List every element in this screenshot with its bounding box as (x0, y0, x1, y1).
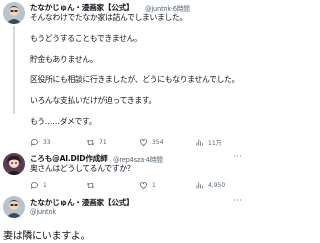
heart-icon (140, 139, 147, 146)
avatar[interactable] (3, 196, 25, 218)
retweet-icon (86, 182, 95, 189)
views-icon (196, 182, 203, 189)
tweet-text-line-2: もうどうすることもできません。 (30, 34, 142, 43)
retweet-button[interactable] (86, 181, 99, 190)
tweet-text-line-5: いろんな支払いだけが迫ってきます。 (30, 96, 157, 105)
like-button[interactable]: 1 (139, 181, 156, 190)
more-options-icon[interactable]: ··· (233, 152, 242, 161)
avatar[interactable] (3, 2, 25, 24)
avatar[interactable] (3, 153, 25, 175)
tweet-text-line-6: もう……ダメです。 (30, 117, 97, 126)
author-handle[interactable]: @juntnk (30, 208, 56, 216)
tweet-text-line-4: 区役所にも相談に行きましたが、どうにもなりませんでした。 (30, 75, 240, 84)
author-name[interactable]: たなかじゅん・漫画家【公式】 (30, 2, 134, 13)
like-count: 1 (152, 182, 156, 189)
handle-text: @rep4sza (113, 156, 144, 164)
views-button[interactable]: 11万 (195, 138, 222, 147)
avatar-portrait-icon (3, 153, 25, 175)
like-count: 354 (152, 139, 164, 146)
tweet-text-line-3: 貯金もありません。 (30, 55, 98, 64)
reply-count: 33 (43, 139, 51, 146)
retweet-icon (86, 139, 95, 146)
reply-button[interactable]: 1 (30, 181, 47, 190)
author-name[interactable]: ころも@AI.DID作成師 (30, 153, 108, 164)
tweet-text: 妻は隣にいますよ。 (3, 231, 91, 242)
avatar-portrait-icon (3, 2, 25, 24)
views-button[interactable]: 4,950 (195, 181, 225, 190)
handle-text: @juntnk (145, 5, 171, 13)
more-options-icon[interactable]: ··· (233, 196, 242, 205)
reply-icon (30, 139, 38, 146)
thread-line (13, 26, 15, 114)
author-handle[interactable]: @rep4sza·4時間 (113, 154, 163, 164)
timestamp[interactable]: 4時間 (146, 156, 163, 164)
heart-icon (140, 182, 147, 189)
avatar-portrait-icon (3, 196, 25, 218)
tweet-text: 奥さんはどうしてるんですか？ (30, 164, 135, 173)
timestamp[interactable]: 6時間 (173, 5, 190, 13)
reply-icon (30, 182, 38, 189)
reply-count: 1 (43, 182, 47, 189)
tweet-text-line-1: そんなわけでたなか家は詰んでしまいました。 (30, 13, 188, 22)
retweet-count: 71 (99, 139, 107, 146)
views-icon (196, 139, 203, 146)
author-handle[interactable]: @juntnk·6時間 (145, 3, 190, 13)
view-count: 11万 (208, 140, 222, 147)
view-count: 4,950 (208, 182, 226, 189)
author-name[interactable]: たなかじゅん・漫画家【公式】 (30, 197, 134, 208)
retweet-button[interactable]: 71 (86, 138, 107, 147)
reply-button[interactable]: 33 (30, 138, 51, 147)
like-button[interactable]: 354 (139, 138, 163, 147)
